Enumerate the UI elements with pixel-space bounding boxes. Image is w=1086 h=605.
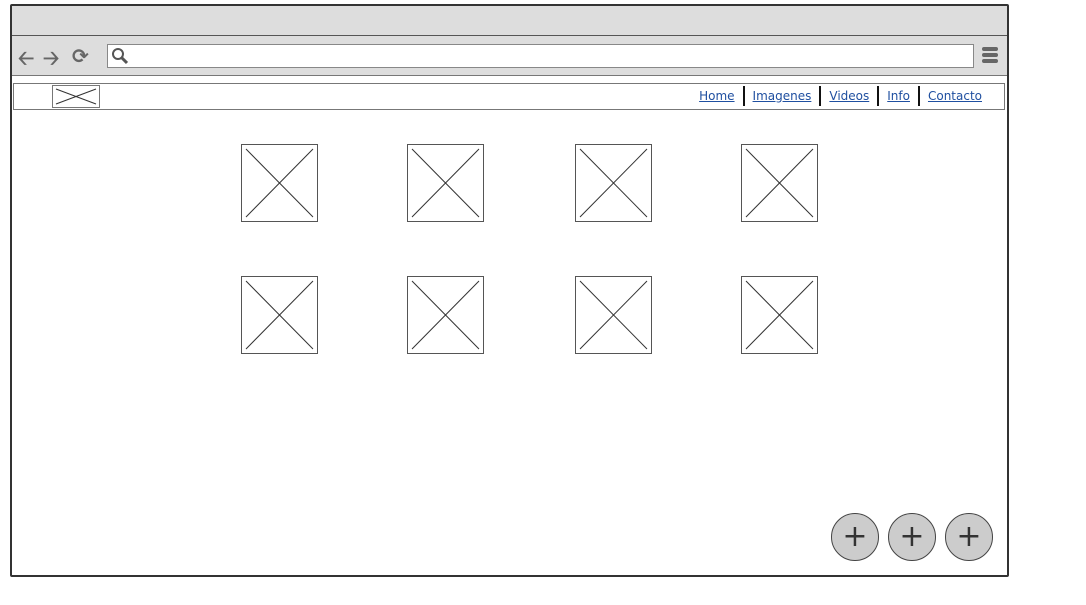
- nav-link-home[interactable]: Home: [691, 89, 742, 103]
- nav-link-imagenes[interactable]: Imagenes: [745, 89, 820, 103]
- logo-placeholder: [52, 85, 100, 108]
- nav-links: Home Imagenes Videos Info Contacto: [691, 86, 990, 106]
- image-placeholder: [407, 144, 484, 222]
- arrow-right-icon[interactable]: 🡢: [43, 44, 59, 78]
- image-placeholder: [741, 144, 818, 222]
- image-placeholder: [241, 276, 318, 354]
- image-placeholder: [575, 144, 652, 222]
- nav-link-contacto[interactable]: Contacto: [920, 89, 990, 103]
- image-placeholder: [241, 144, 318, 222]
- search-icon: [112, 48, 129, 65]
- nav-link-videos[interactable]: Videos: [821, 89, 877, 103]
- add-button[interactable]: +: [945, 513, 993, 561]
- hamburger-icon[interactable]: [982, 47, 998, 65]
- arrow-left-icon[interactable]: 🡠: [18, 44, 34, 78]
- url-input[interactable]: [107, 44, 974, 68]
- image-placeholder: [407, 276, 484, 354]
- title-bar: [12, 6, 1007, 36]
- image-placeholder: [575, 276, 652, 354]
- image-placeholder: [741, 276, 818, 354]
- reload-icon[interactable]: ⟳: [72, 44, 89, 68]
- add-button[interactable]: +: [831, 513, 879, 561]
- add-button[interactable]: +: [888, 513, 936, 561]
- nav-link-info[interactable]: Info: [879, 89, 918, 103]
